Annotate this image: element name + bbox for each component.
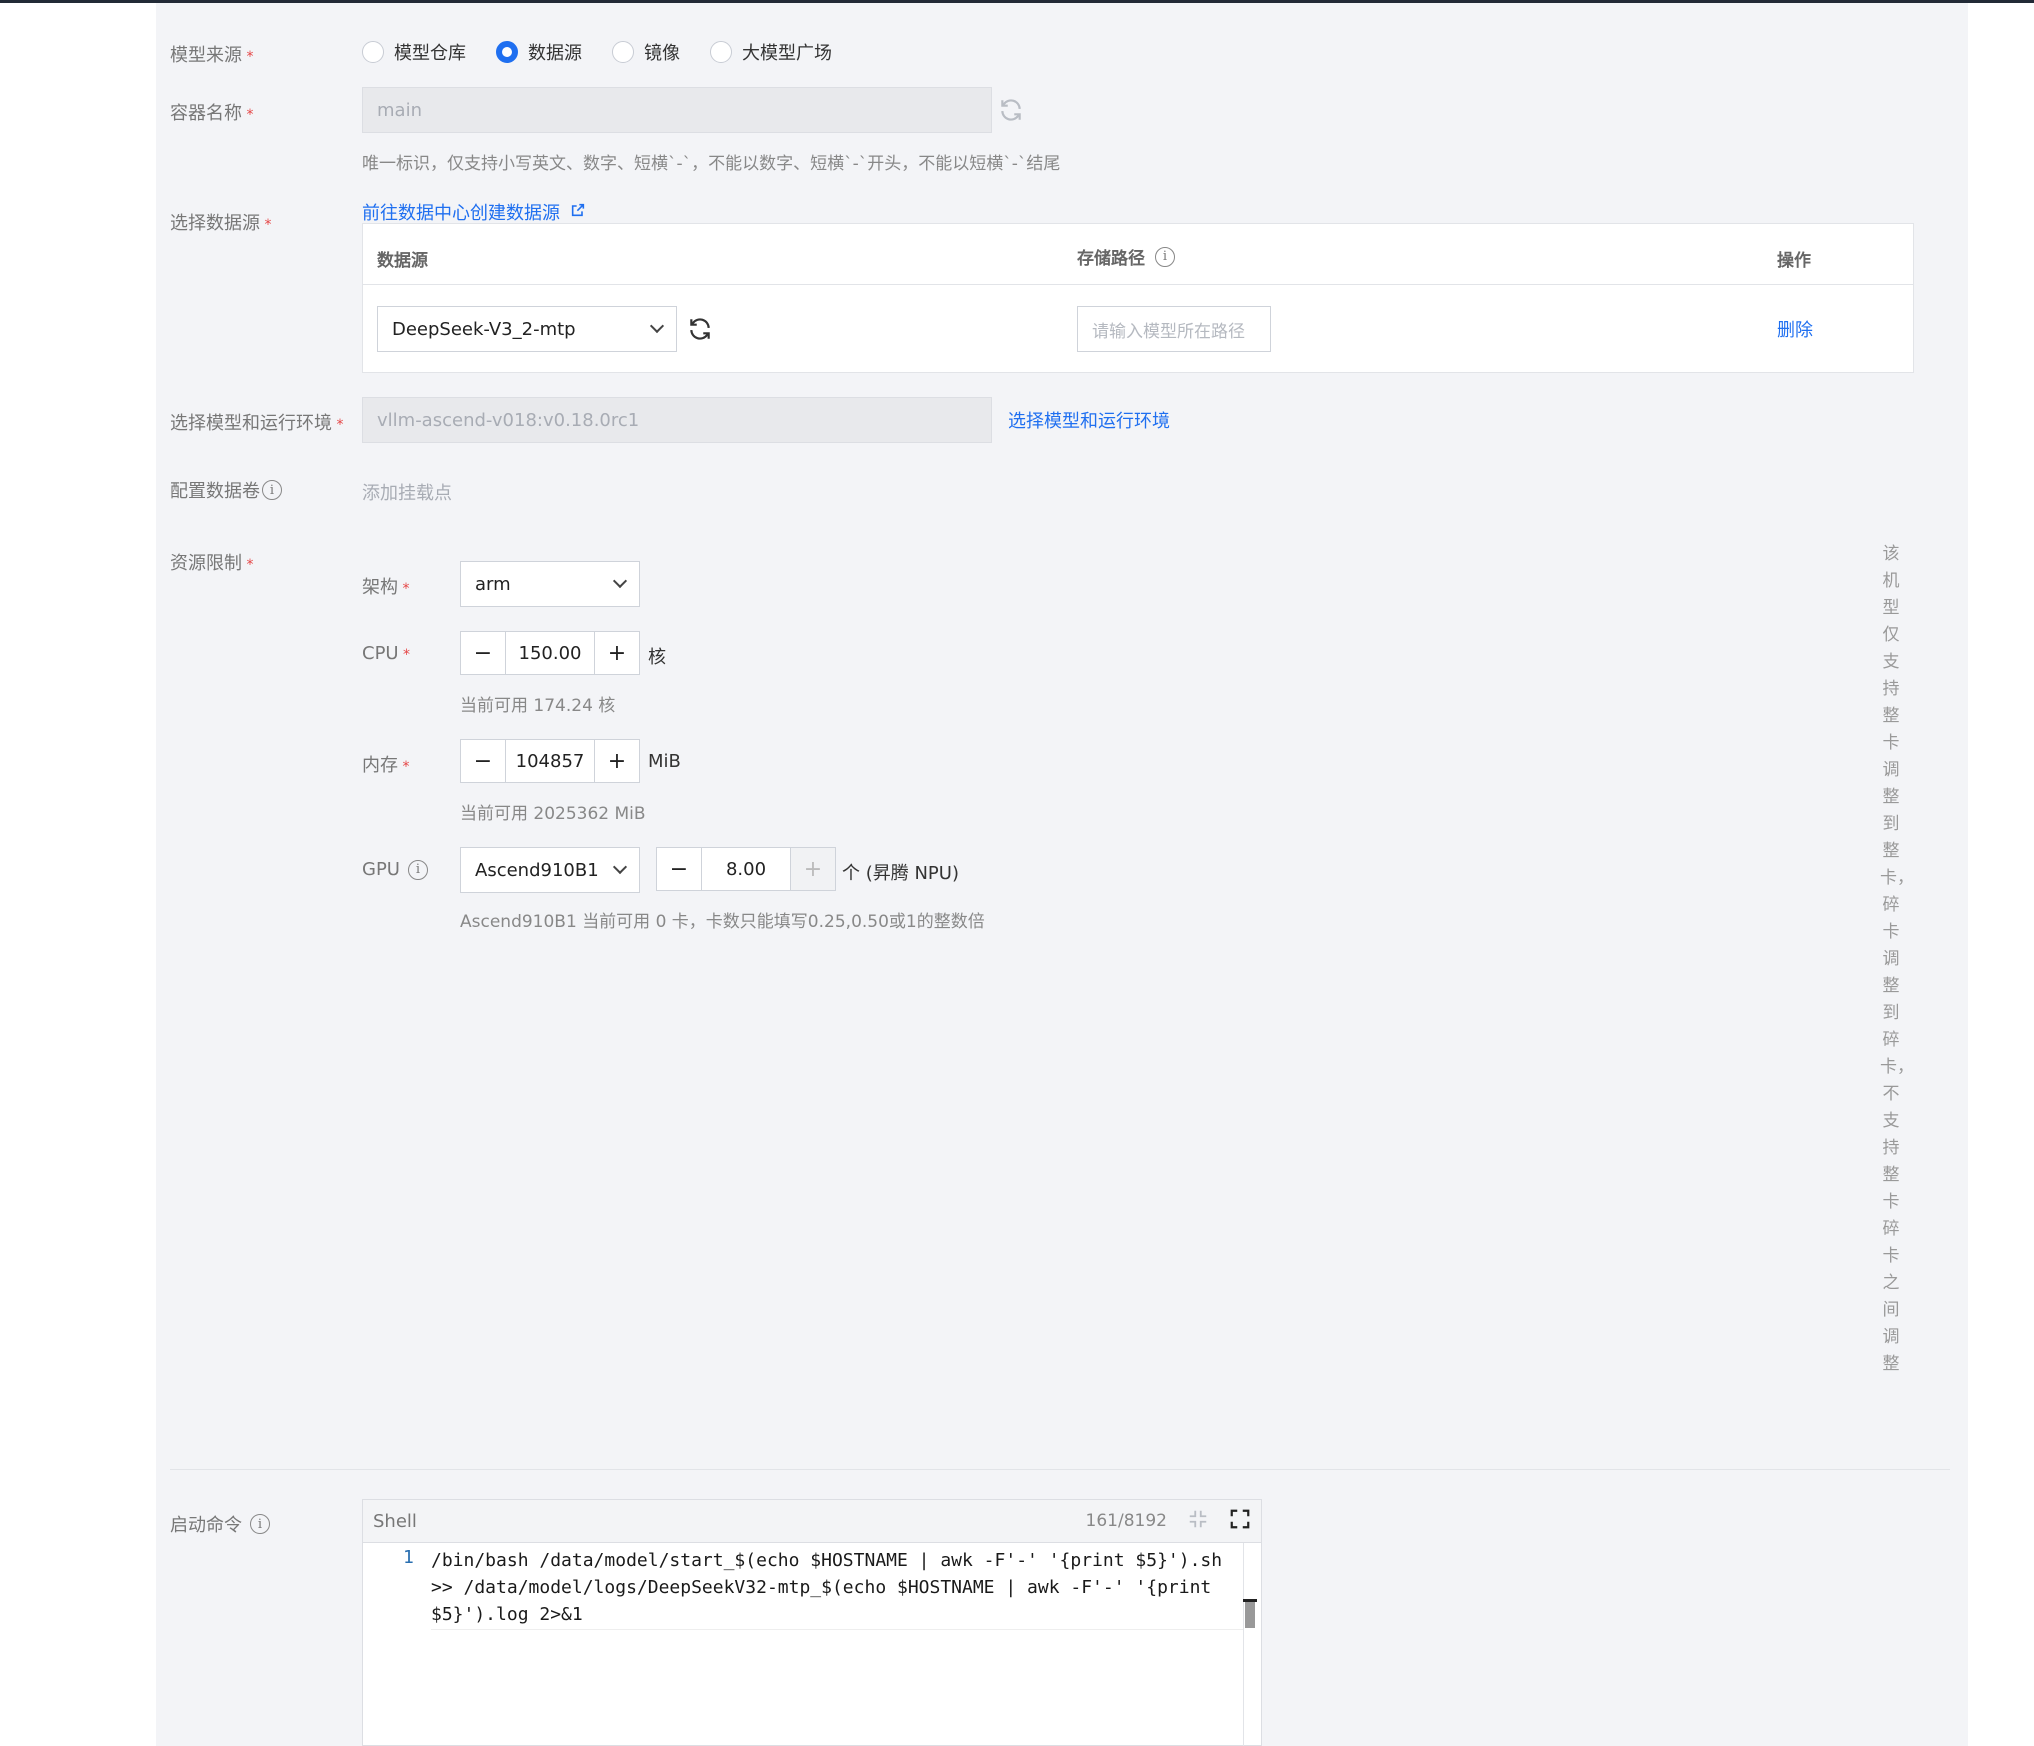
chevron-down-icon	[649, 318, 665, 334]
section-divider	[170, 1469, 1950, 1470]
volume-label-group: 配置数据卷 i	[170, 477, 282, 503]
char-counter: 161/8192	[1085, 1511, 1167, 1531]
radio-datasource[interactable]: 数据源	[496, 39, 582, 65]
cpu-stepper[interactable]: − 150.00 +	[460, 631, 640, 675]
gpu-value[interactable]: 8.00	[701, 848, 791, 890]
active-line-underline	[431, 1629, 1243, 1630]
decrement-button[interactable]: −	[657, 848, 701, 890]
gpu-hint: Ascend910B1 当前可用 0 卡，卡数只能填写0.25,0.50或1的整…	[460, 912, 985, 932]
radio-circle[interactable]	[362, 41, 384, 63]
editor-header: Shell 161/8192	[362, 1499, 1262, 1543]
create-datasource-link[interactable]: 前往数据中心创建数据源	[362, 199, 586, 225]
line-number: 1	[403, 1547, 414, 1568]
info-icon[interactable]: i	[1155, 246, 1175, 267]
cpu-unit: 核	[648, 647, 666, 668]
container-name-input[interactable]: main	[362, 87, 992, 133]
editor-scroll-track	[1243, 1543, 1244, 1746]
select-runtime-link[interactable]: 选择模型和运行环境	[1008, 407, 1170, 433]
datasource-select[interactable]: DeepSeek-V3_2-mtp	[377, 306, 677, 352]
gpu-label-group: GPU i	[362, 859, 428, 880]
decrement-button[interactable]: −	[461, 740, 505, 782]
column-header-action: 操作	[1777, 251, 1811, 271]
datasource-table: 数据源 存储路径 i 操作 DeepSeek-V3_2-mtp 请输入模型所在路…	[362, 223, 1914, 373]
startup-label-group: 启动命令 i	[170, 1511, 270, 1537]
refresh-icon[interactable]	[998, 97, 1024, 127]
radio-llm-plaza[interactable]: 大模型广场	[710, 39, 832, 65]
info-icon[interactable]: i	[407, 859, 428, 880]
memory-unit: MiB	[648, 751, 681, 772]
radio-circle[interactable]	[612, 41, 634, 63]
info-icon[interactable]: i	[250, 1514, 270, 1534]
add-mount-point-button[interactable]: 添加挂载点	[362, 479, 452, 505]
collapse-icon[interactable]	[1187, 1508, 1209, 1534]
runtime-label: 选择模型和运行环境	[170, 409, 343, 435]
editor-language: Shell	[373, 1510, 417, 1532]
code-line: >> /data/model/logs/DeepSeekV32-mtp_$(ec…	[431, 1577, 1212, 1598]
memory-value[interactable]: 104857	[505, 740, 595, 782]
gpu-unit: 个 (昇腾 NPU)	[842, 863, 959, 884]
chevron-down-icon	[612, 573, 628, 589]
external-link-icon	[570, 202, 586, 222]
model-source-label: 模型来源	[170, 41, 253, 67]
radio-image[interactable]: 镜像	[612, 39, 680, 65]
decrement-button[interactable]: −	[461, 632, 505, 674]
cpu-label: CPU	[362, 643, 410, 664]
resources-label: 资源限制	[170, 549, 253, 575]
model-source-radio-group: 模型仓库 数据源 镜像 大模型广场	[362, 39, 862, 65]
arch-select[interactable]: arm	[460, 561, 640, 607]
column-header-path: 存储路径 i	[1077, 244, 1175, 269]
memory-label: 内存	[362, 751, 409, 777]
table-divider	[363, 284, 1913, 285]
resource-side-note: 该机型仅支持整卡调整到整卡，碎卡调整到碎卡，不支持整卡碎卡之间调整	[1880, 544, 1914, 1374]
code-editor[interactable]: 1 /bin/bash /data/model/start_$(echo $HO…	[362, 1543, 1262, 1746]
runtime-input[interactable]: vllm-ascend-v018:v0.18.0rc1	[362, 397, 992, 443]
storage-path-input[interactable]: 请输入模型所在路径	[1077, 306, 1271, 352]
refresh-datasource-icon[interactable]	[687, 316, 713, 346]
fullscreen-icon[interactable]	[1229, 1508, 1251, 1534]
gpu-model-select[interactable]: Ascend910B1	[460, 847, 640, 893]
increment-button[interactable]: +	[595, 740, 639, 782]
cpu-value[interactable]: 150.00	[505, 632, 595, 674]
column-header-datasource: 数据源	[377, 251, 428, 271]
memory-hint: 当前可用 2025362 MiB	[460, 804, 646, 824]
memory-stepper[interactable]: − 104857 +	[460, 739, 640, 783]
code-line: /bin/bash /data/model/start_$(echo $HOST…	[431, 1550, 1223, 1571]
increment-button[interactable]: +	[791, 848, 835, 890]
delete-row-button[interactable]: 删除	[1777, 316, 1813, 342]
radio-circle[interactable]	[710, 41, 732, 63]
datasource-label: 选择数据源	[170, 209, 271, 235]
cpu-hint: 当前可用 174.24 核	[460, 696, 616, 716]
arch-label: 架构	[362, 573, 409, 599]
code-line: $5}').log 2>&1	[431, 1604, 583, 1625]
container-name-hint: 唯一标识，仅支持小写英文、数字、短横`-`，不能以数字、短横`-`开头，不能以短…	[362, 154, 1061, 174]
container-name-label: 容器名称	[170, 99, 253, 125]
form-panel: 模型来源 模型仓库 数据源 镜像 大模型广场 容器名称 main 唯一标识，仅支…	[156, 3, 1968, 1746]
scrollbar-thumb[interactable]	[1245, 1602, 1255, 1628]
info-icon[interactable]: i	[262, 480, 282, 500]
radio-circle-checked[interactable]	[496, 41, 518, 63]
radio-model-repo[interactable]: 模型仓库	[362, 39, 466, 65]
code-content[interactable]: /bin/bash /data/model/start_$(echo $HOST…	[431, 1547, 1231, 1628]
increment-button[interactable]: +	[595, 632, 639, 674]
gpu-stepper[interactable]: − 8.00 +	[656, 847, 836, 891]
chevron-down-icon	[612, 859, 628, 875]
